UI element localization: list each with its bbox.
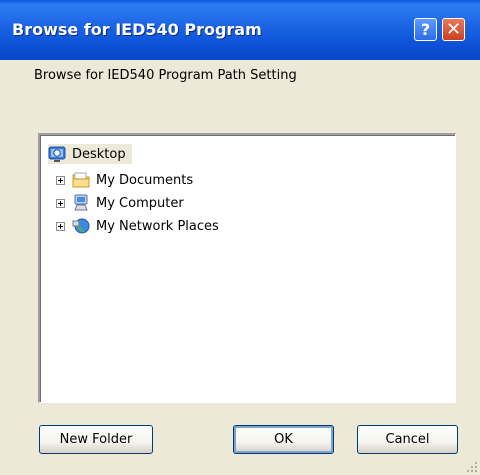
- folder-icon: [72, 172, 90, 188]
- tree-item-label: My Computer: [96, 195, 184, 211]
- tree-item-my-documents[interactable]: My Documents: [56, 170, 193, 190]
- title-bar[interactable]: Browse for IED540 Program ? ✕: [0, 0, 480, 60]
- cancel-button[interactable]: Cancel: [357, 425, 458, 454]
- resize-grip-icon[interactable]: [466, 461, 478, 473]
- dialog-prompt: Browse for IED540 Program Path Setting: [34, 68, 297, 83]
- expand-icon[interactable]: [56, 221, 65, 231]
- desktop-icon: [48, 146, 66, 162]
- expand-icon[interactable]: [56, 175, 65, 185]
- tree-item-label: My Network Places: [96, 218, 219, 234]
- tree-item-my-computer[interactable]: My Computer: [56, 193, 184, 213]
- new-folder-button[interactable]: New Folder: [39, 425, 153, 454]
- tree-item-desktop[interactable]: Desktop: [48, 144, 132, 164]
- tree-item-label: My Documents: [96, 172, 194, 188]
- ok-button[interactable]: OK: [233, 425, 334, 454]
- window-title: Browse for IED540 Program: [12, 20, 262, 39]
- folder-tree[interactable]: Desktop My Documents My Computer My Netw…: [38, 133, 456, 403]
- tree-item-label: Desktop: [72, 146, 126, 162]
- computer-icon: [74, 194, 88, 211]
- tree-item-my-network-places[interactable]: My Network Places: [56, 216, 219, 236]
- help-button[interactable]: ?: [414, 18, 437, 41]
- network-places-icon: [72, 218, 90, 234]
- close-button[interactable]: ✕: [442, 18, 465, 41]
- expand-icon[interactable]: [56, 198, 65, 208]
